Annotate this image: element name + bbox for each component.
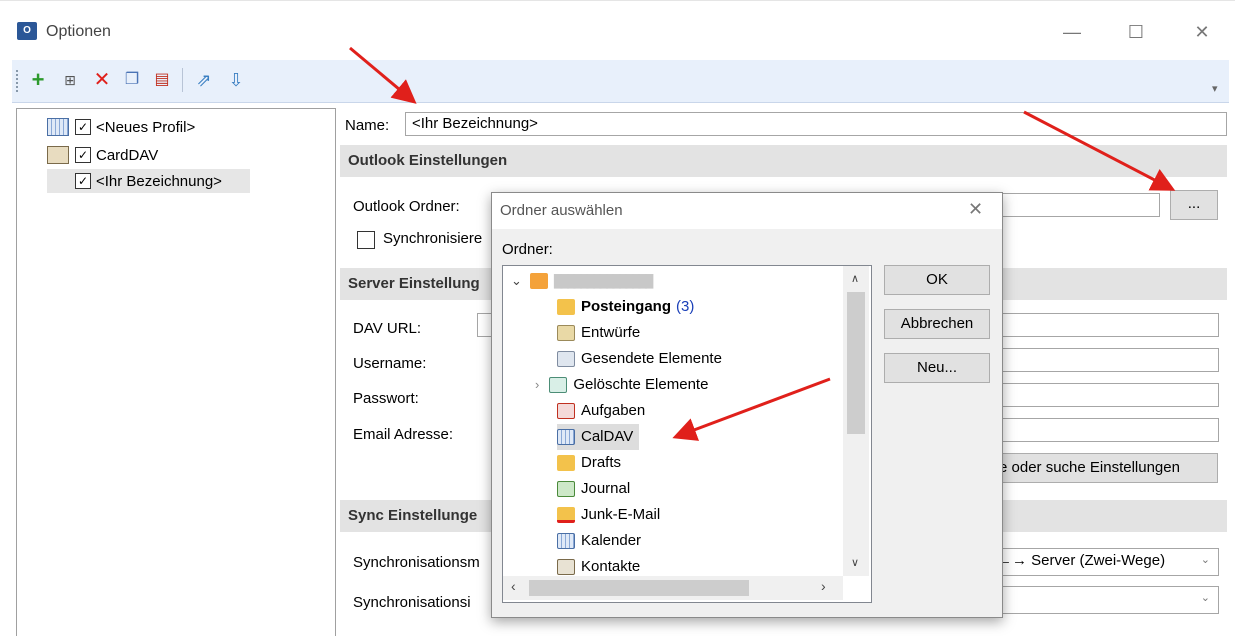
arrow-to-name-field [349,46,417,104]
annotation-arrows [349,46,1176,441]
arrow-to-browse-button [1023,110,1176,191]
arrow-to-caldav-folder [672,377,831,441]
